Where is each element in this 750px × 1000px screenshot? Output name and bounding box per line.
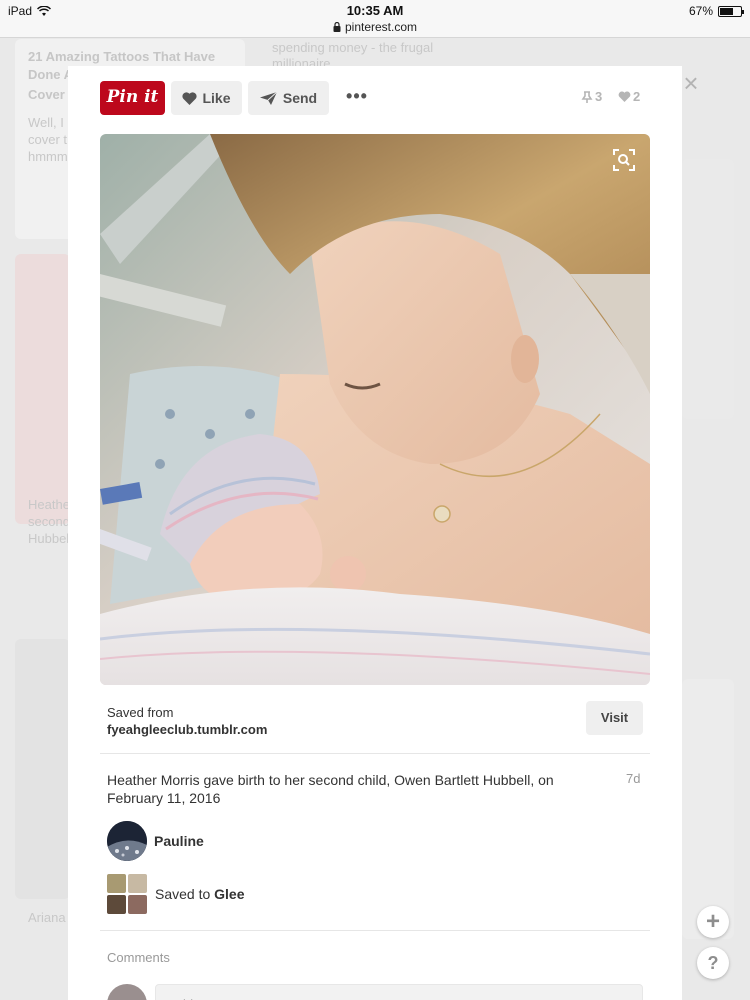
- heart-icon: [182, 91, 198, 105]
- comments-heading: Comments: [107, 950, 170, 965]
- divider: [100, 753, 650, 754]
- address-bar[interactable]: pinterest.com: [0, 20, 750, 34]
- add-button[interactable]: +: [697, 906, 729, 938]
- board-name-link[interactable]: Glee: [214, 886, 244, 902]
- like-label: Like: [202, 90, 231, 106]
- like-button[interactable]: Like: [171, 81, 242, 115]
- comment-input[interactable]: [155, 984, 643, 1000]
- background-card-image-2: [15, 639, 70, 899]
- divider: [100, 930, 650, 931]
- user-name-link[interactable]: Pauline: [154, 833, 204, 849]
- battery-icon: [718, 5, 744, 17]
- board-thumb: [107, 874, 126, 893]
- status-time: 10:35 AM: [346, 3, 404, 18]
- user-avatar[interactable]: [107, 821, 147, 861]
- board-thumb: [107, 895, 126, 914]
- status-bar: iPad 10:35 AM pinterest.com 67%: [0, 0, 750, 38]
- lock-icon: [333, 22, 341, 32]
- board-thumb: [128, 874, 147, 893]
- address-url: pinterest.com: [344, 20, 418, 34]
- close-icon[interactable]: ×: [680, 70, 702, 96]
- pin-image[interactable]: [100, 134, 650, 685]
- repin-count-value: 3: [595, 89, 603, 104]
- background-card-snippet-2: cover t: [28, 132, 68, 147]
- status-right: 67%: [688, 4, 744, 18]
- board-thumb: [128, 895, 147, 914]
- zoom-icon[interactable]: [612, 148, 636, 172]
- more-options-button[interactable]: •••: [342, 87, 372, 109]
- pin-it-button[interactable]: Pin it: [100, 81, 165, 115]
- send-icon: [259, 91, 277, 105]
- send-button[interactable]: Send: [248, 81, 329, 115]
- source-domain-link[interactable]: fyeahgleeclub.tumblr.com: [107, 722, 267, 737]
- repin-count: 3: [581, 89, 602, 104]
- heart-outline-icon: [618, 91, 631, 102]
- background-card-lower: Heathe: [28, 497, 70, 512]
- saved-to-prefix: Saved to: [155, 886, 211, 902]
- battery-fill: [720, 7, 734, 15]
- pin-description: Heather Morris gave birth to her second …: [107, 772, 554, 806]
- background-card-right-2: [682, 679, 734, 939]
- help-button[interactable]: ?: [697, 947, 729, 979]
- background-card-snippet: Well, I: [28, 115, 64, 130]
- saved-to-board[interactable]: Saved to Glee: [155, 886, 245, 902]
- background-middle-snippet: spending money - the frugal: [272, 40, 434, 55]
- pin-closeup-modal: Pin it Like Send ••• 3 2 Saved from fyea…: [68, 66, 682, 1000]
- saved-from-label: Saved from: [107, 705, 174, 720]
- background-card-snippet-3: hmmm: [28, 149, 68, 164]
- board-thumbnail[interactable]: [107, 874, 147, 914]
- send-label: Send: [282, 90, 318, 106]
- pin-photo: [100, 134, 650, 685]
- background-card-bottom: Ariana: [28, 910, 66, 925]
- pin-toolbar: Pin it Like Send ••• 3 2: [100, 81, 650, 115]
- background-card-title-2: Cover: [28, 87, 65, 102]
- like-count: 2: [618, 89, 640, 104]
- visit-button[interactable]: Visit: [586, 701, 643, 735]
- background-card-right: [682, 159, 734, 419]
- background-card-image: [15, 254, 70, 524]
- background-card-lower-3: Hubbel: [28, 531, 70, 546]
- battery-percent: 67%: [688, 4, 713, 18]
- avatar-image: [107, 821, 147, 861]
- pin-age: 7d: [626, 771, 641, 786]
- background-card-lower-2: second: [28, 514, 70, 529]
- like-count-value: 2: [633, 89, 641, 104]
- commenter-avatar: [107, 984, 147, 1000]
- pin-icon: [581, 90, 593, 103]
